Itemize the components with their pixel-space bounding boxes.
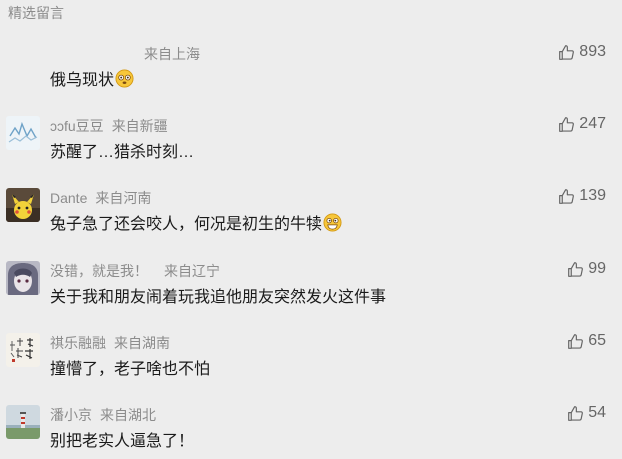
like-button[interactable]: 54 [567,404,606,422]
like-count: 893 [579,43,606,60]
like-count: 54 [588,404,606,421]
comment-meta: 潘小京 来自湖北 [50,405,156,425]
comment-text: 撞懵了，老子啥也不怕 [50,361,211,378]
comment-nickname[interactable]: 没错，就是我！ [50,263,148,279]
comment-meta: ɔɔfu豆豆 来自新疆 [50,116,168,136]
avatar[interactable] [6,261,40,295]
comment-meta: 祺乐融融 来自湖南 [50,333,170,353]
thumbs-up-icon [568,333,584,349]
comment-item: Dante 来自河南 兔子急了还会咬人，何况是初生的牛犊 139 [0,182,622,252]
like-count: 139 [579,187,606,204]
comment-text: 苏醒了…猎杀时刻… [50,144,195,161]
avatar[interactable] [6,188,40,222]
comment-location: 来自上海 [144,46,200,62]
comment-location: 来自辽宁 [164,263,220,279]
like-button[interactable]: 139 [558,187,606,205]
avatar[interactable] [6,116,40,150]
thumbs-up-icon [568,261,584,277]
comment-location: 来自湖南 [114,335,170,351]
comment-item: ɔɔfu豆豆 来自新疆 苏醒了…猎杀时刻… 247 [0,110,622,180]
comment-item: 潘小京 来自湖北 别把老实人逼急了！ 54 [0,399,622,459]
comment-location: 来自湖北 [100,407,156,423]
avatar[interactable] [6,333,40,367]
section-title: 精选留言 [8,5,64,21]
comment-nickname[interactable]: Dante [50,190,87,206]
comment-meta: 没错，就是我！ 来自辽宁 [50,261,220,281]
flushed-emoji-icon [115,69,134,88]
like-count: 247 [579,115,606,132]
comment-text: 兔子急了还会咬人，何况是初生的牛犊 [50,210,342,234]
comment-location: 来自新疆 [111,118,168,134]
comment-nickname[interactable]: 潘小京 [50,407,92,423]
like-button[interactable]: 99 [567,260,606,278]
thumbs-up-icon [568,405,584,421]
like-button[interactable]: 247 [558,115,606,133]
comment-meta: 来自上海 [144,44,200,64]
grin-emoji-icon [323,213,342,232]
thumbs-up-icon [559,116,575,132]
like-count: 99 [588,260,606,277]
comment-nickname[interactable]: 祺乐融融 [50,335,106,351]
like-button[interactable]: 65 [567,332,606,350]
comment-item: 来自上海 俄乌现状 893 [0,38,622,108]
comment-item: 没错，就是我！ 来自辽宁 关于我和朋友闹着玩我追他朋友突然发火这件事 99 [0,255,622,325]
comment-meta: Dante 来自河南 [50,188,151,208]
comment-text: 别把老实人逼急了！ [50,433,195,450]
comment-location: 来自河南 [95,190,152,206]
thumbs-up-icon [559,188,575,204]
comment-item: 祺乐融融 来自湖南 撞懵了，老子啥也不怕 65 [0,327,622,397]
comment-text: 俄乌现状 [50,66,134,90]
comment-text: 关于我和朋友闹着玩我追他朋友突然发火这件事 [50,289,387,306]
thumbs-up-icon [559,44,575,60]
like-button[interactable]: 893 [558,43,606,61]
comment-nickname[interactable]: ɔɔfu豆豆 [50,118,104,134]
like-count: 65 [588,332,606,349]
avatar[interactable] [6,405,40,439]
